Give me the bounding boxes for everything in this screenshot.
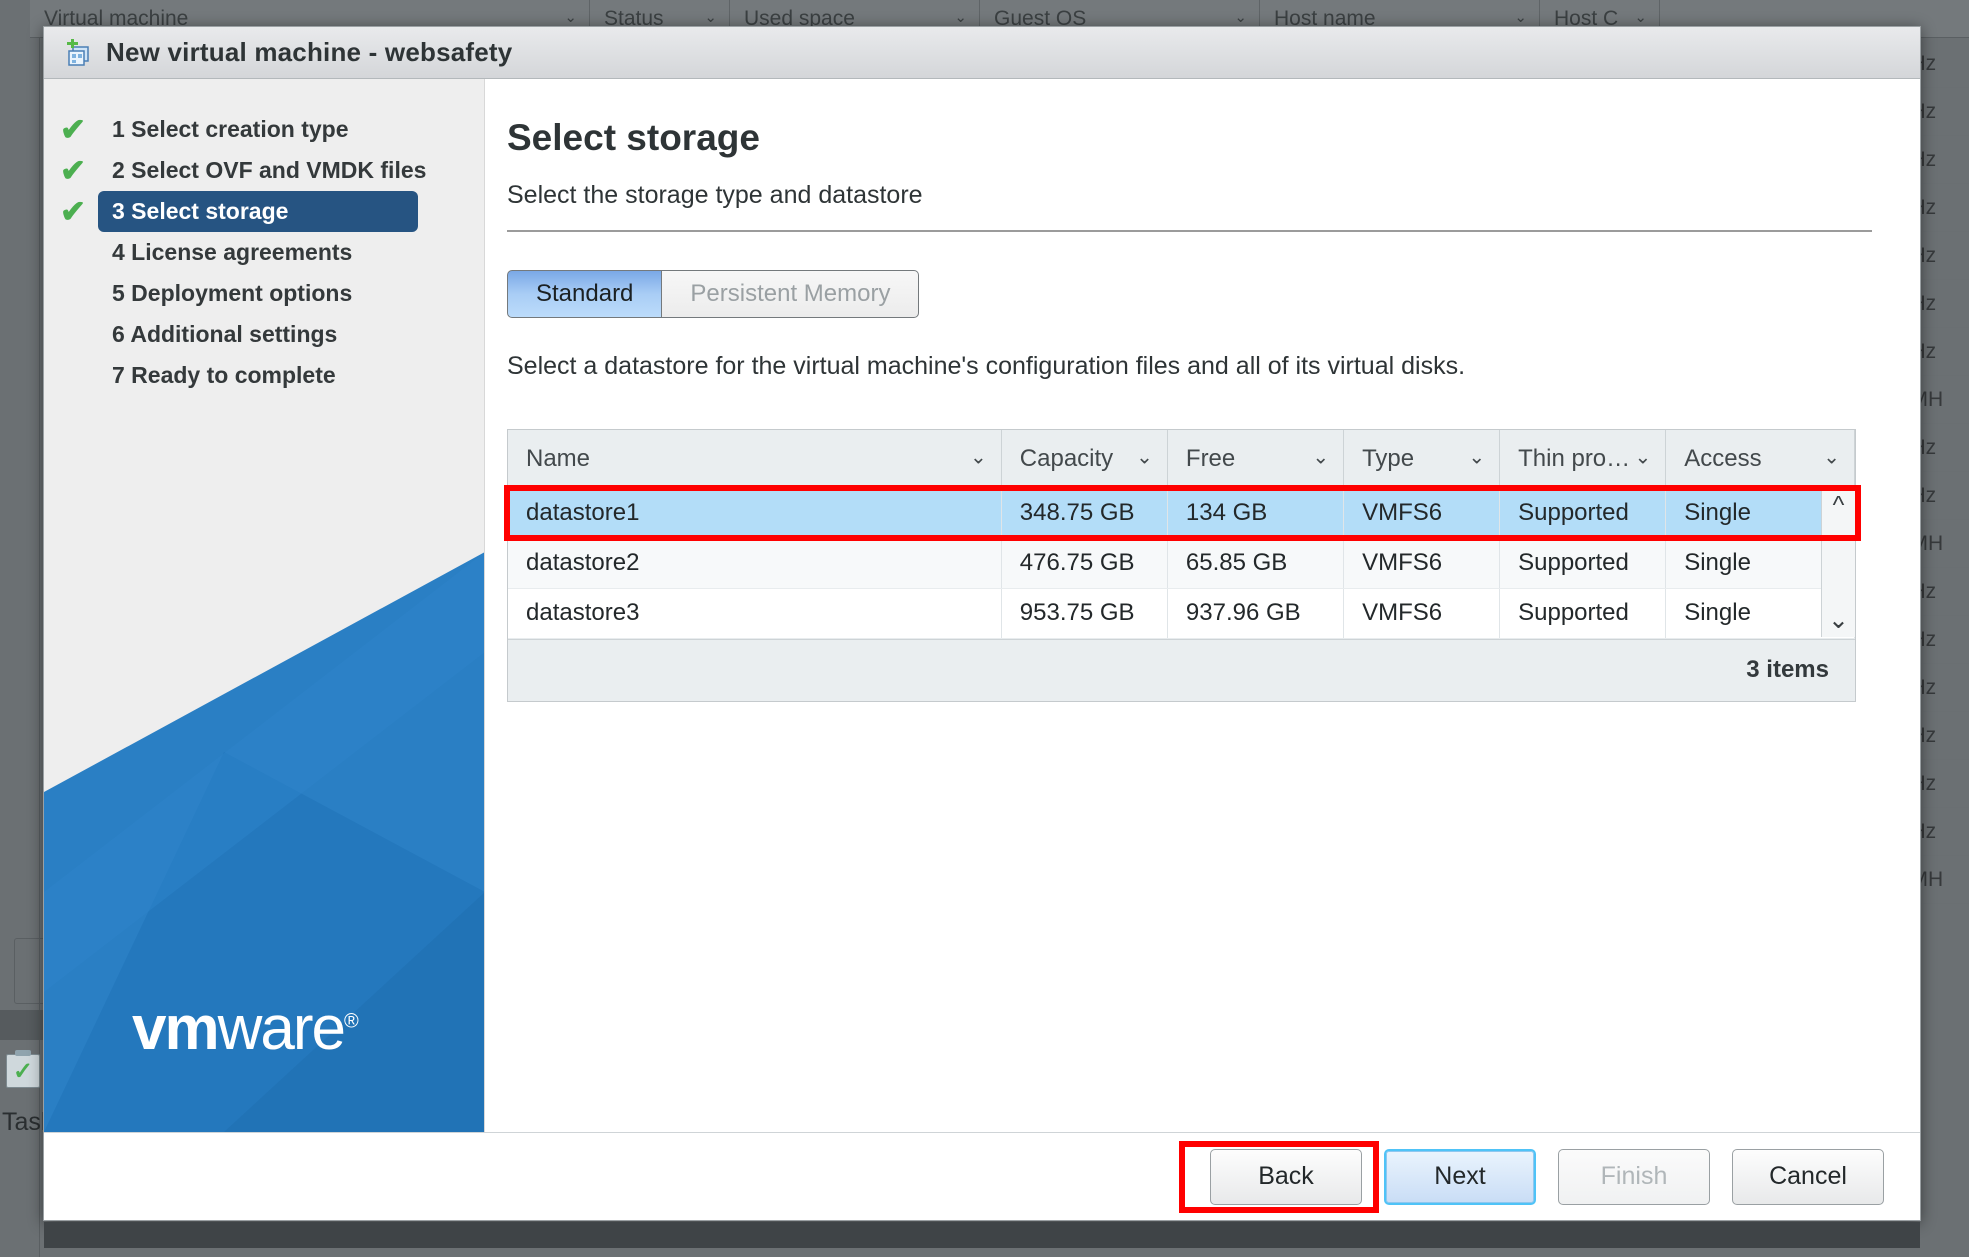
dialog-titlebar: New virtual machine - websafety (44, 27, 1920, 79)
chevron-down-icon: ⌄ (564, 8, 577, 26)
column-header-label: Thin pro… (1518, 444, 1631, 472)
wizard-steps-sidebar: ✔ 1 Select creation type ✔ 2 Select OVF and… (44, 79, 485, 1132)
cell-name: datastore1 (508, 488, 1002, 539)
checkmark-icon: ✔ (60, 111, 86, 147)
back-button[interactable]: Back (1210, 1148, 1362, 1205)
table-row[interactable]: datastore1 348.75 GB 134 GB VMFS6 Supported S… (508, 488, 1855, 539)
datastore-table-body: datastore1 348.75 GB 134 GB VMFS6 Supported S… (508, 488, 1855, 639)
cell-type: VMFS6 (1343, 588, 1501, 639)
cell-type: VMFS6 (1343, 488, 1501, 539)
window-bottom-strip (44, 1222, 1920, 1248)
wizard-step-label: 5 Deployment options (112, 280, 353, 306)
table-row[interactable]: datastore3 953.75 GB 937.96 GB VMFS6 Support… (508, 588, 1855, 639)
column-header-capacity[interactable]: Capacity ⌄ (1001, 430, 1168, 489)
datastore-table-scrollbar[interactable]: ^ ⌄ (1821, 489, 1855, 637)
wizard-step-label: 4 License agreements (112, 239, 353, 265)
chevron-down-icon: ⌄ (1234, 8, 1247, 26)
cell-capacity: 476.75 GB (1001, 538, 1168, 589)
column-header-free[interactable]: Free ⌄ (1167, 430, 1345, 489)
cell-capacity: 953.75 GB (1001, 588, 1168, 639)
chevron-down-icon[interactable]: ⌄ (1828, 608, 1849, 633)
cell-name: datastore2 (508, 538, 1002, 589)
chevron-down-icon[interactable]: ⌄ (970, 444, 987, 469)
dialog-title: New virtual machine - websafety (106, 37, 513, 67)
new-virtual-machine-dialog: New virtual machine - websafety ✔ 1 Selec… (43, 26, 1921, 1248)
column-header-name[interactable]: Name ⌄ (508, 430, 1002, 489)
table-row[interactable]: datastore2 476.75 GB 65.85 GB VMFS6 Supporte… (508, 538, 1855, 589)
page-subtitle: Select the storage type and datastore (507, 181, 923, 209)
chevron-down-icon[interactable]: ⌄ (1823, 444, 1840, 469)
wizard-steps-list: ✔ 1 Select creation type ✔ 2 Select OVF and… (44, 79, 484, 396)
cancel-button[interactable]: Cancel (1732, 1148, 1884, 1205)
dialog-body: ✔ 1 Select creation type ✔ 2 Select OVF and… (44, 79, 1920, 1132)
cell-capacity: 348.75 GB (1001, 488, 1168, 539)
next-button[interactable]: Next (1384, 1148, 1536, 1205)
dialog-content: Select storage Select the storage type a… (485, 79, 1920, 1132)
tab-persistent-memory[interactable]: Persistent Memory (662, 270, 920, 318)
chevron-up-icon[interactable]: ^ (1833, 493, 1845, 518)
cell-free: 937.96 GB (1167, 588, 1345, 639)
wizard-step-label: 7 Ready to complete (112, 362, 336, 388)
chevron-down-icon[interactable]: ⌄ (1468, 444, 1485, 469)
column-header-label: Access (1684, 444, 1762, 472)
datastore-table-header-row: Name ⌄ Capacity ⌄ Free ⌄ Type ⌄ Thin pro… ⌄ Access… (508, 430, 1855, 489)
chevron-down-icon: ⌄ (954, 8, 967, 26)
cell-thin: Supported (1499, 538, 1667, 589)
wizard-step-label: 3 Select storage (98, 191, 418, 232)
new-vm-icon (64, 38, 94, 67)
vmware-logo-mark: ® (344, 1010, 359, 1033)
column-header-label: Free (1185, 444, 1236, 472)
column-header-label: Type (1362, 444, 1415, 472)
cell-free: 65.85 GB (1167, 538, 1345, 589)
wizard-step-label: 6 Additional settings (112, 321, 338, 347)
wizard-step-7[interactable]: 7 Ready to complete (44, 355, 484, 396)
chevron-down-icon[interactable]: ⌄ (1312, 444, 1329, 469)
cell-name: datastore3 (508, 588, 1002, 639)
wizard-step-label: 2 Select OVF and VMDK files (112, 157, 427, 183)
datastore-table-footer: 3 items (508, 638, 1855, 701)
column-header-access[interactable]: Access ⌄ (1665, 430, 1855, 489)
cell-thin: Supported (1499, 488, 1667, 539)
wizard-step-label: 1 Select creation type (112, 116, 349, 142)
dialog-footer: Back Next Finish Cancel (44, 1132, 1920, 1248)
wizard-step-4[interactable]: 4 License agreements (44, 232, 484, 273)
vmware-logo: vmware® (132, 993, 359, 1064)
datastore-description: Select a datastore for the virtual machi… (507, 352, 1466, 380)
chevron-down-icon[interactable]: ⌄ (1136, 444, 1153, 469)
column-header-label: Capacity (1019, 444, 1114, 472)
page-title: Select storage (507, 117, 760, 158)
wizard-step-5[interactable]: 5 Deployment options (44, 273, 484, 314)
datastore-table: Name ⌄ Capacity ⌄ Free ⌄ Type ⌄ Thin pro… ⌄ Access… (508, 430, 1855, 639)
tab-standard[interactable]: Standard (507, 270, 663, 318)
wizard-step-2[interactable]: ✔ 2 Select OVF and VMDK files (44, 150, 484, 191)
wizard-step-3[interactable]: ✔ 3 Select storage (44, 191, 484, 232)
chevron-down-icon[interactable]: ⌄ (1634, 444, 1651, 469)
recent-tasks-icon (6, 1050, 40, 1088)
datastore-table-container: Name ⌄ Capacity ⌄ Free ⌄ Type ⌄ Thin pro… ⌄ Access… (504, 429, 1861, 702)
cell-free: 134 GB (1167, 488, 1345, 539)
column-header-thin-pro[interactable]: Thin pro… ⌄ (1499, 430, 1667, 489)
checkmark-icon: ✔ (60, 193, 86, 229)
column-header-type[interactable]: Type ⌄ (1343, 430, 1501, 489)
vmware-logo-bold: vm (132, 994, 220, 1063)
cell-type: VMFS6 (1343, 538, 1501, 589)
item-count-label: 3 items (1746, 656, 1829, 683)
column-header-label: Name (526, 444, 591, 472)
divider (507, 230, 1872, 232)
storage-type-tabgroup: Standard Persistent Memory (507, 270, 920, 318)
chevron-down-icon: ⌄ (1634, 8, 1647, 26)
chevron-down-icon: ⌄ (704, 8, 717, 26)
chevron-down-icon: ⌄ (1514, 8, 1527, 26)
checkmark-icon: ✔ (60, 152, 86, 188)
vmware-logo-light: ware (217, 994, 346, 1063)
wizard-step-6[interactable]: 6 Additional settings (44, 314, 484, 355)
cell-thin: Supported (1499, 588, 1667, 639)
finish-button: Finish (1558, 1148, 1710, 1205)
wizard-step-1[interactable]: ✔ 1 Select creation type (44, 109, 484, 150)
